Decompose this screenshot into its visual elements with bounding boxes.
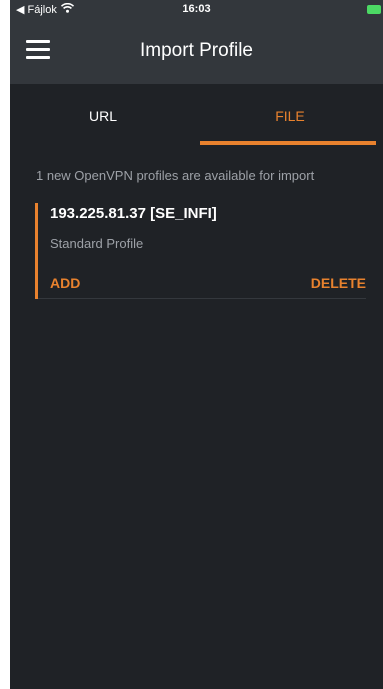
status-time: 16:03 <box>182 3 211 15</box>
profile-subtitle: Standard Profile <box>50 236 144 251</box>
tab-bar: URL FILE <box>10 84 383 148</box>
page-title: Import Profile <box>140 40 253 61</box>
card-accent-bar <box>35 203 38 299</box>
profile-title: 193.225.81.37 [SE_INFI] <box>50 205 217 222</box>
app-screen: ◀ Fájlok 16:03 Import Profile URL FILE 1… <box>10 0 383 689</box>
delete-button[interactable]: DELETE <box>311 275 366 291</box>
tab-url[interactable]: URL <box>10 84 196 148</box>
tab-file[interactable]: FILE <box>197 84 383 148</box>
card-divider <box>38 298 366 299</box>
active-tab-indicator <box>200 141 376 145</box>
profile-card: 193.225.81.37 [SE_INFI] Standard Profile… <box>35 203 366 299</box>
add-button[interactable]: ADD <box>50 275 80 291</box>
profiles-available-text: 1 new OpenVPN profiles are available for… <box>36 168 315 183</box>
battery-icon <box>367 5 381 14</box>
status-bar: ◀ Fájlok 16:03 <box>10 0 383 20</box>
app-header: Import Profile <box>10 20 383 84</box>
